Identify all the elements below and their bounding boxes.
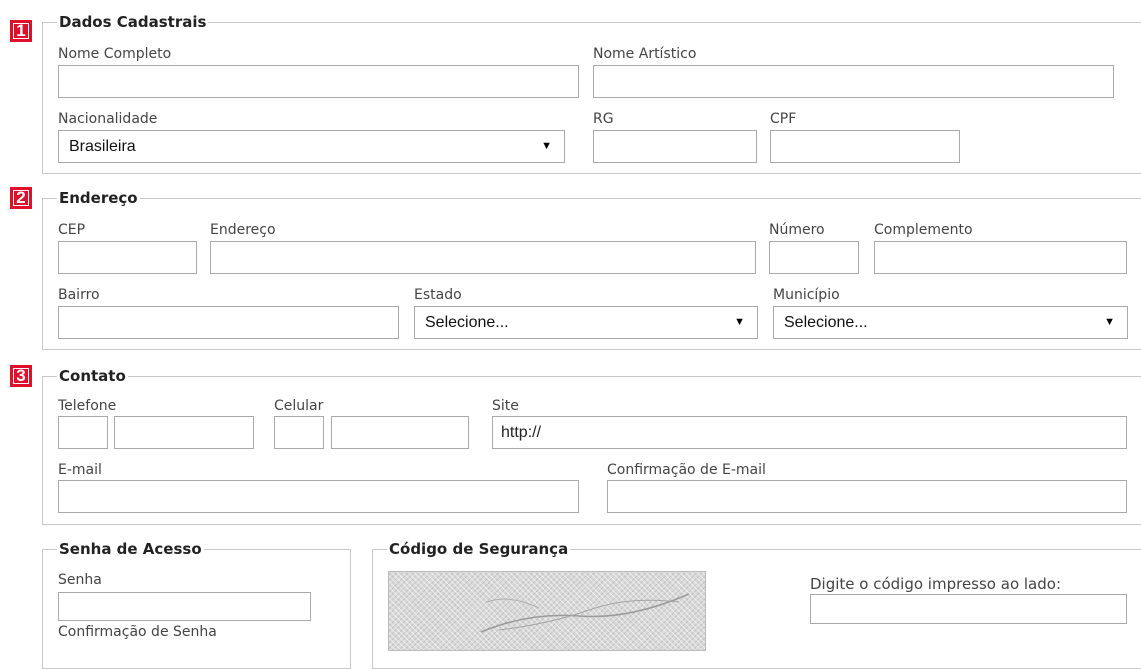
- rg-input[interactable]: [593, 130, 757, 163]
- email-input[interactable]: [58, 480, 579, 513]
- endereco-input[interactable]: [210, 241, 756, 274]
- senha-input[interactable]: [58, 592, 311, 621]
- rg-label: RG: [593, 111, 614, 127]
- chevron-down-icon: ▼: [734, 316, 745, 328]
- section-title: Código de Segurança: [387, 540, 571, 558]
- site-label: Site: [492, 398, 519, 414]
- email-label: E-mail: [58, 462, 102, 478]
- chevron-down-icon: ▼: [1104, 316, 1115, 328]
- cep-label: CEP: [58, 222, 86, 238]
- complemento-input[interactable]: [874, 241, 1127, 274]
- cep-input[interactable]: [58, 241, 197, 274]
- section-number-badge: 3: [10, 365, 32, 387]
- codigo-input[interactable]: [810, 594, 1127, 624]
- email-confirm-label: Confirmação de E-mail: [607, 462, 766, 478]
- codigo-instruction: Digite o código impresso ao lado:: [810, 575, 1062, 593]
- section-title: Contato: [57, 367, 128, 385]
- captcha-squiggle: [480, 593, 690, 633]
- nome-artistico-label: Nome Artístico: [593, 46, 697, 62]
- nome-completo-label: Nome Completo: [58, 46, 172, 62]
- confirmacao-senha-label: Confirmação de Senha: [58, 624, 217, 640]
- celular-ddd-input[interactable]: [274, 416, 324, 449]
- section-title: Senha de Acesso: [57, 540, 204, 558]
- captcha-image: [388, 571, 706, 651]
- bairro-input[interactable]: [58, 306, 399, 339]
- estado-selected: Selecione...: [425, 314, 509, 331]
- telefone-label: Telefone: [58, 398, 117, 414]
- telefone-numero-input[interactable]: [114, 416, 254, 449]
- section-title: Dados Cadastrais: [57, 13, 209, 31]
- estado-select[interactable]: Selecione... ▼: [414, 306, 758, 339]
- cpf-input[interactable]: [770, 130, 960, 163]
- municipio-selected: Selecione...: [784, 314, 868, 331]
- celular-label: Celular: [274, 398, 324, 414]
- section-title: Endereço: [57, 189, 140, 207]
- complemento-label: Complemento: [874, 222, 973, 238]
- estado-label: Estado: [414, 287, 462, 303]
- nome-completo-input[interactable]: [58, 65, 579, 98]
- telefone-ddd-input[interactable]: [58, 416, 108, 449]
- senha-label: Senha: [58, 572, 102, 588]
- fieldset-border: [43, 376, 1141, 377]
- numero-label: Número: [769, 222, 825, 238]
- email-confirm-input[interactable]: [607, 480, 1127, 513]
- section-number-badge: 1: [10, 20, 32, 42]
- bairro-label: Bairro: [58, 287, 100, 303]
- section-number-badge: 2: [10, 187, 32, 209]
- nacionalidade-selected: Brasileira: [69, 138, 136, 155]
- numero-input[interactable]: [769, 241, 859, 274]
- endereco-label: Endereço: [210, 222, 276, 238]
- municipio-select[interactable]: Selecione... ▼: [773, 306, 1128, 339]
- site-input[interactable]: http://: [492, 416, 1127, 449]
- nome-artistico-input[interactable]: [593, 65, 1114, 98]
- fieldset-border: [43, 198, 1141, 199]
- cpf-label: CPF: [770, 111, 797, 127]
- nacionalidade-label: Nacionalidade: [58, 111, 158, 127]
- chevron-down-icon: ▼: [541, 140, 552, 152]
- nacionalidade-select[interactable]: Brasileira ▼: [58, 130, 565, 163]
- celular-numero-input[interactable]: [331, 416, 469, 449]
- municipio-label: Município: [773, 287, 840, 303]
